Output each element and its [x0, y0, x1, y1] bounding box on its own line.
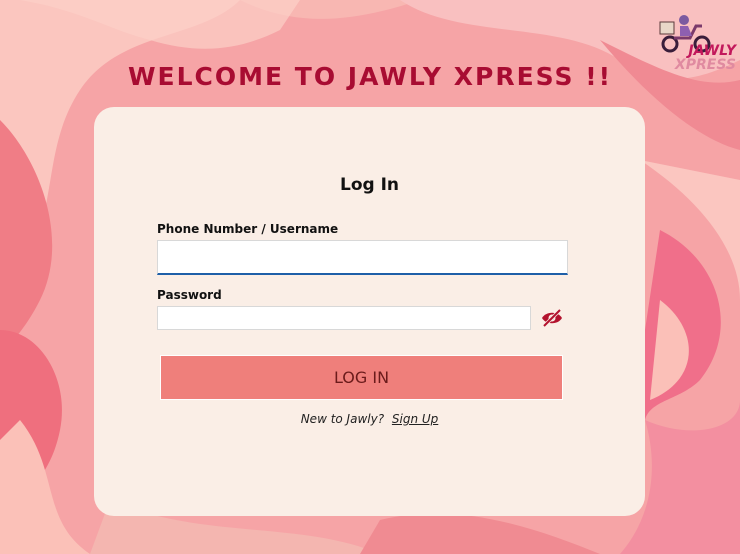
password-input[interactable]	[157, 306, 531, 330]
page-title: WELCOME TO JAWLY XPRESS !!	[127, 62, 613, 91]
logo-text-bottom: XPRESS	[674, 57, 736, 73]
logo-text-top: JAWLY	[688, 43, 736, 59]
username-label: Phone Number / Username	[157, 222, 339, 236]
login-heading: Log In	[339, 175, 400, 195]
login-card: Log In Phone Number / Username Password …	[94, 107, 645, 516]
password-label: Password	[157, 288, 222, 302]
login-button[interactable]: LOG IN	[160, 355, 563, 400]
signup-prompt: New to Jawly?	[300, 412, 385, 426]
username-input[interactable]	[157, 240, 568, 275]
signup-row: New to Jawly? Sign Up	[94, 412, 645, 426]
brand-logo: JAWLY XPRESS	[648, 14, 736, 76]
signup-link[interactable]: Sign Up	[392, 412, 438, 426]
eye-slash-icon[interactable]	[540, 308, 564, 328]
